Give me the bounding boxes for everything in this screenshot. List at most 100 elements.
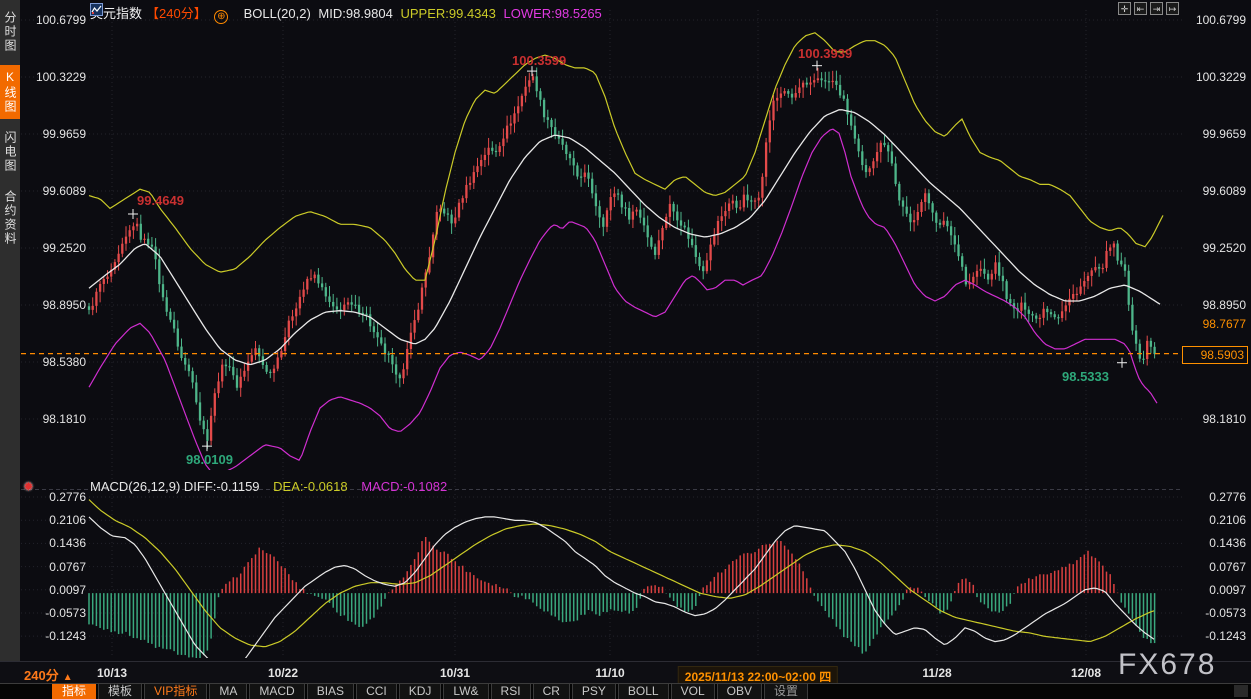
toolbar-button-设置[interactable]: 设置 (764, 684, 808, 699)
plot-area[interactable] (21, 0, 1183, 660)
candle-body (1146, 341, 1148, 359)
candle-body (491, 148, 493, 151)
candle-body (621, 195, 623, 208)
boll-lower-value: LOWER:98.5265 (504, 6, 602, 21)
candle-body (721, 216, 723, 221)
candle-body (469, 183, 471, 185)
candle-body (510, 123, 512, 125)
candle-body (672, 204, 674, 212)
candle-body (1046, 309, 1048, 312)
candle-body (894, 163, 896, 183)
toolbar-button-bias[interactable]: BIAS (307, 684, 354, 699)
candle-body (162, 284, 164, 297)
candle-body (576, 165, 578, 176)
candle-body (891, 151, 893, 163)
date-tick-label: 10/31 (440, 666, 470, 680)
price-axis-label-right: 99.2520 (1186, 241, 1246, 255)
candle-body (783, 91, 785, 93)
period-selector-label: 240分 (24, 668, 59, 683)
price-axis-label-right: 100.3229 (1186, 70, 1246, 84)
candle-body (1031, 314, 1033, 316)
macd-axis-label-right: 0.2106 (1186, 513, 1246, 527)
candle-body (402, 369, 404, 378)
candle-body (865, 165, 867, 172)
macd-value: MACD:-0.1082 (361, 479, 447, 494)
candle-body (983, 269, 985, 274)
macd-axis-label-left: 0.2106 (24, 513, 86, 527)
candle-body (717, 221, 719, 235)
toolbar-button-模板[interactable]: 模板 (98, 684, 142, 699)
candle-body (698, 257, 700, 266)
sidebar-item-view[interactable]: 闪电图 (0, 126, 20, 178)
candle-body (813, 80, 815, 82)
toolbar-button-rsi[interactable]: RSI (491, 684, 531, 699)
toolbar-button-指标[interactable]: 指标 (52, 684, 96, 699)
candle-body (106, 277, 108, 279)
price-axis-label-left: 98.8950 (24, 298, 86, 312)
candle-body (421, 288, 423, 310)
scrollbar-corner[interactable] (1234, 685, 1248, 697)
axis-expand-icon[interactable]: ⇥ (1150, 2, 1163, 15)
candle-body (554, 127, 556, 135)
candle-body (946, 221, 948, 226)
candle-body (972, 277, 974, 283)
candle-body (994, 262, 996, 273)
candle-body (99, 284, 101, 292)
toolbar-button-boll[interactable]: BOLL (618, 684, 669, 699)
candle-body (850, 114, 852, 125)
candle-body (1091, 270, 1093, 276)
candle-body (706, 260, 708, 271)
candle-body (173, 320, 175, 329)
candle-body (961, 256, 963, 267)
compare-add-icon[interactable]: ⊕ (214, 10, 228, 24)
candle-body (695, 245, 697, 257)
candle-body (1039, 318, 1041, 319)
candle-body (735, 201, 737, 208)
date-tick-label: 12/08 (1071, 666, 1101, 680)
candle-body (447, 213, 449, 214)
period-selector[interactable]: 240分▲ (24, 665, 73, 684)
candle-body (1120, 261, 1122, 265)
candle-body (502, 139, 504, 147)
candle-body (684, 226, 686, 228)
axis-compress-icon[interactable]: ⇤ (1134, 2, 1147, 15)
crosshair-icon[interactable]: ✛ (1118, 2, 1131, 15)
candle-body (410, 333, 412, 349)
toolbar-button-cr[interactable]: CR (533, 684, 570, 699)
candle-body (373, 326, 375, 332)
macd-header: MACD(26,12,9) DIFF:-0.1159 DEA:-0.0618 M… (90, 479, 447, 494)
candle-body (369, 314, 371, 326)
price-axis-label-right: 100.6799 (1186, 13, 1246, 27)
candle-body (236, 375, 238, 387)
chart-tool-icons: ✛⇤⇥↦ (1118, 2, 1179, 15)
candle-body (351, 302, 353, 304)
sidebar-item-kline-active[interactable]: K线图 (0, 65, 20, 119)
toolbar-button-kdj[interactable]: KDJ (399, 684, 442, 699)
candle-body (772, 101, 774, 121)
candle-body (1113, 244, 1115, 248)
sidebar-item-view[interactable]: 分时图 (0, 6, 20, 58)
candle-body (569, 154, 571, 158)
candle-body (1124, 264, 1126, 270)
toolbar-button-macd[interactable]: MACD (249, 684, 304, 699)
toolbar-button-vip指标[interactable]: VIP指标 (144, 684, 207, 699)
price-axis-label-left: 98.1810 (24, 412, 86, 426)
candle-body (798, 87, 800, 93)
toolbar-button-obv[interactable]: OBV (717, 684, 762, 699)
toolbar-button-vol[interactable]: VOL (671, 684, 715, 699)
candle-body (103, 279, 105, 284)
candle-body (480, 160, 482, 166)
candle-body (920, 202, 922, 212)
pan-right-icon[interactable]: ↦ (1166, 2, 1179, 15)
candle-body (639, 210, 641, 218)
candle-body (591, 179, 593, 194)
toolbar-button-lw&[interactable]: LW& (443, 684, 488, 699)
candle-body (728, 203, 730, 211)
sidebar-item-view[interactable]: 合约资料 (0, 185, 20, 251)
toolbar-button-cci[interactable]: CCI (356, 684, 397, 699)
toolbar-button-psy[interactable]: PSY (572, 684, 616, 699)
candle-body (132, 226, 134, 230)
toolbar-button-ma[interactable]: MA (209, 684, 247, 699)
candle-body (1083, 281, 1085, 287)
price-axis-label-right: 98.8950 (1186, 298, 1246, 312)
